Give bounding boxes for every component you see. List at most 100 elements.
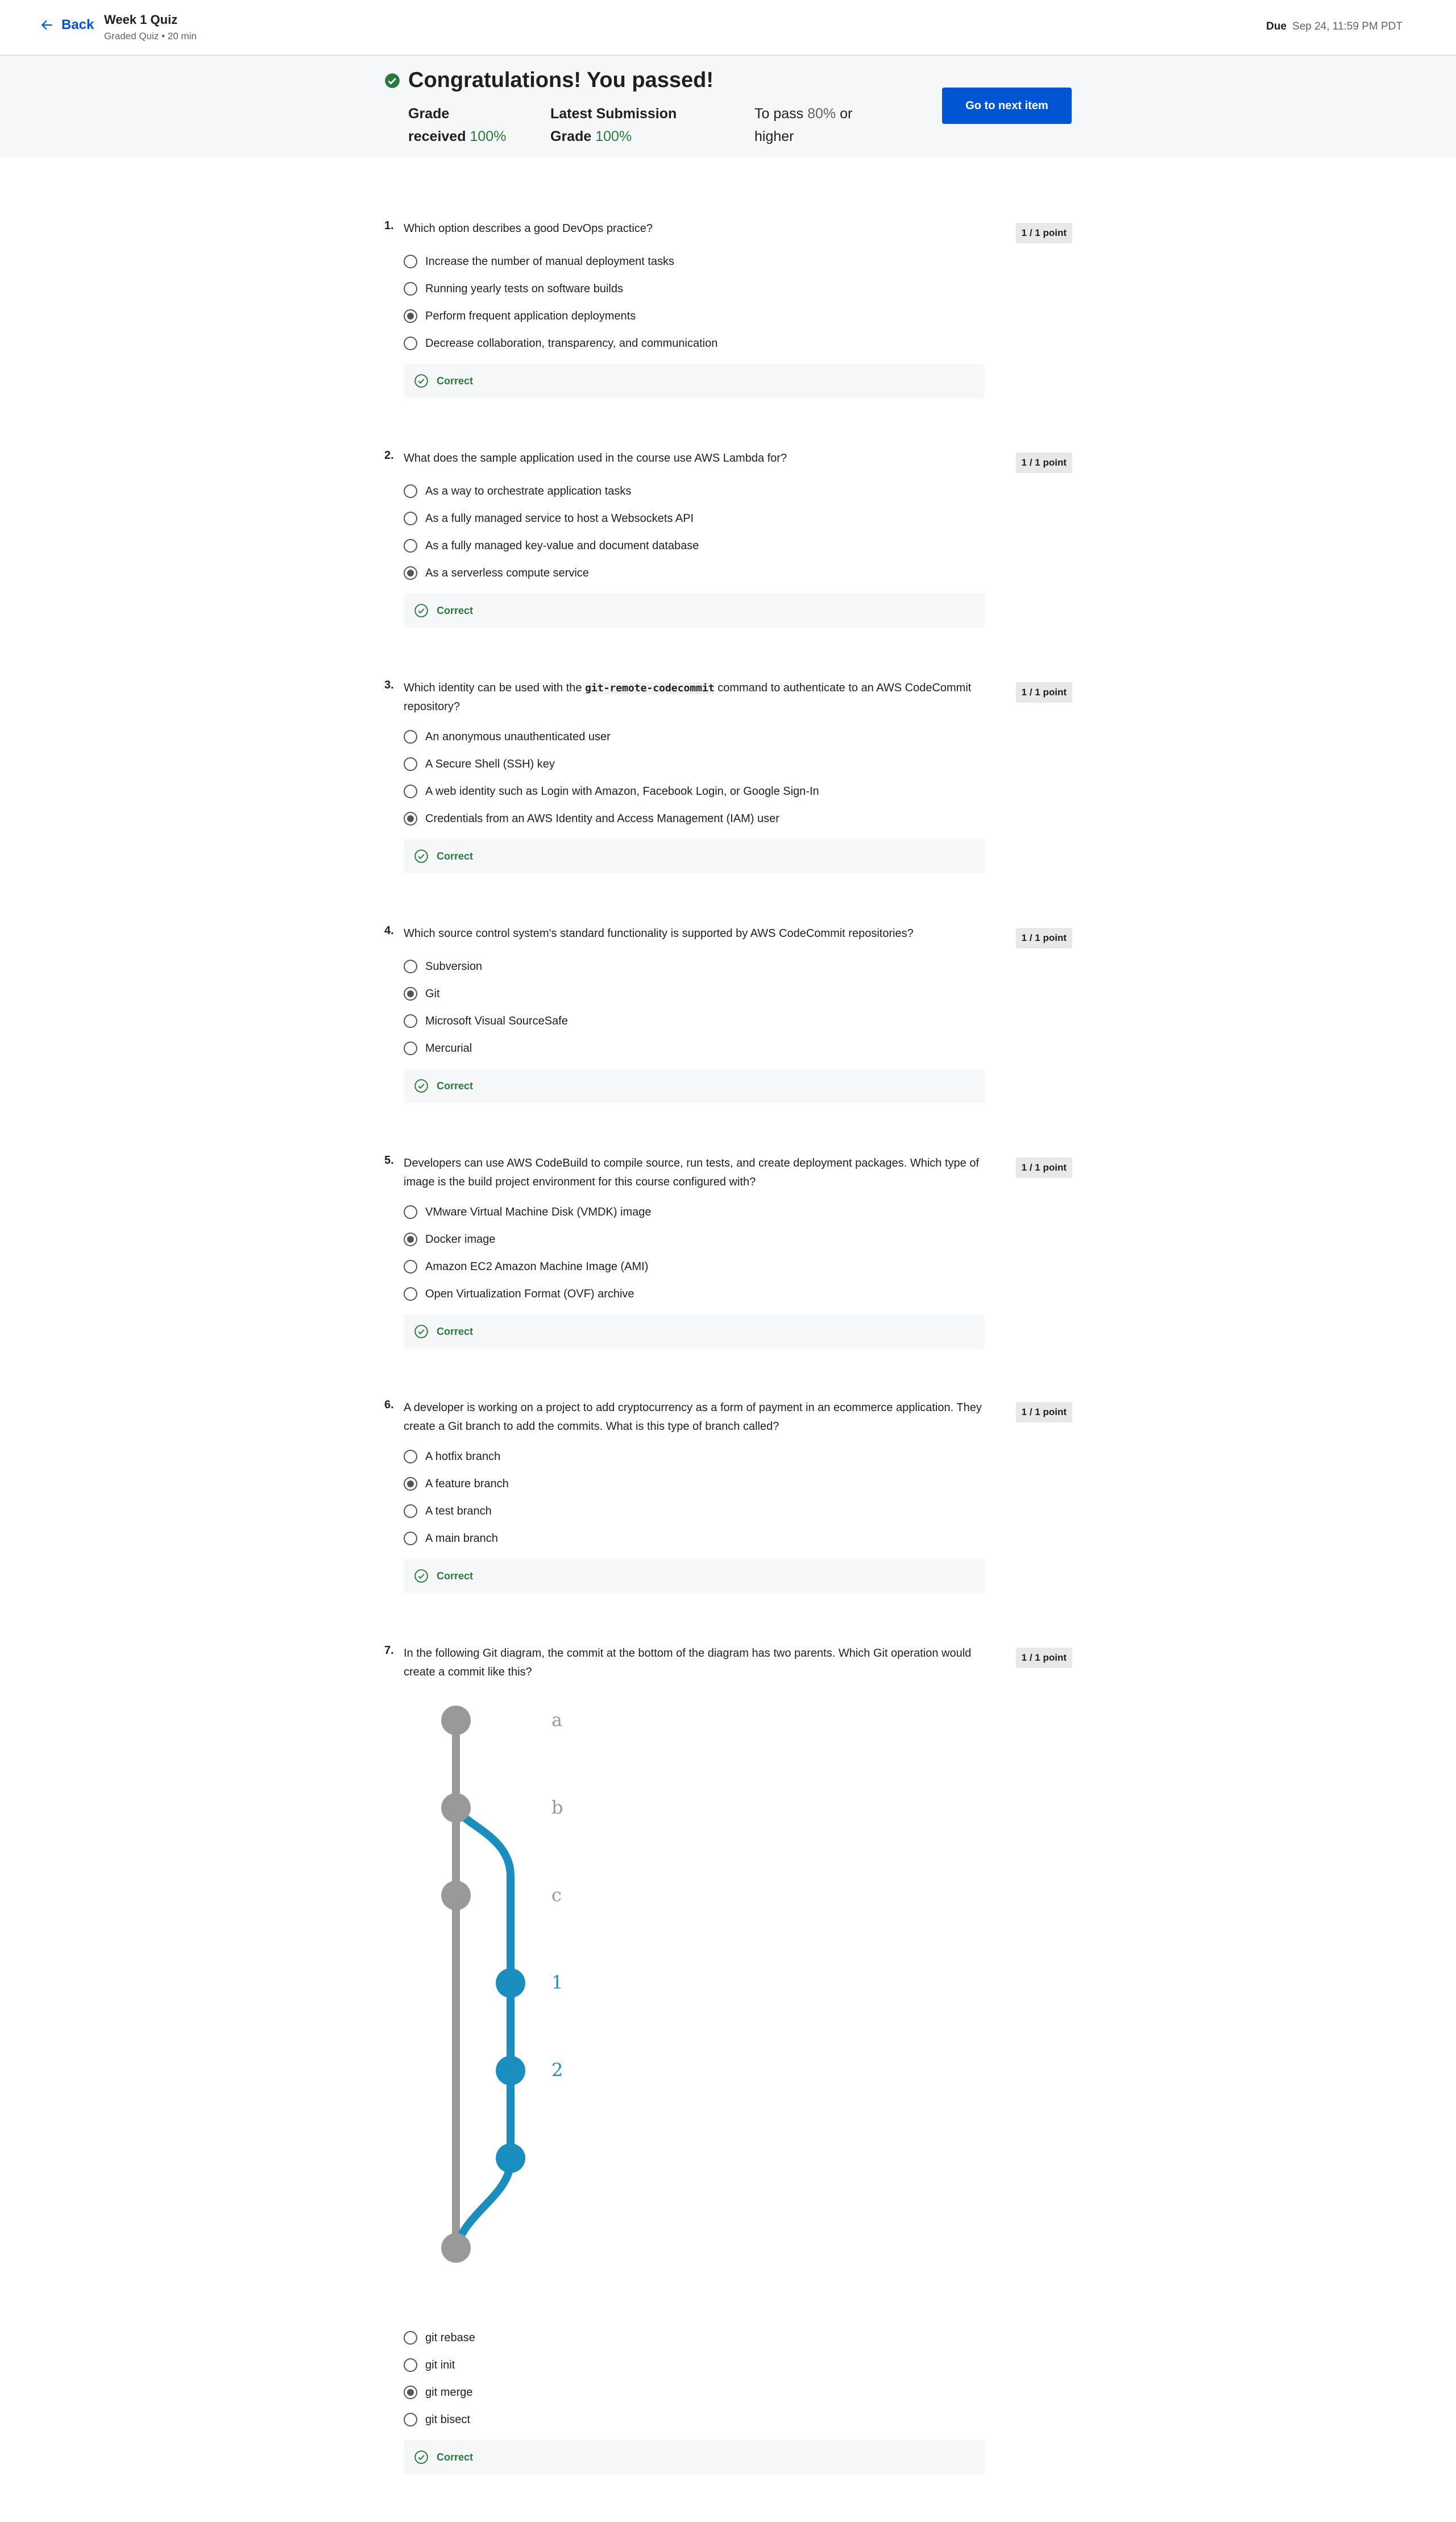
option[interactable]: As a way to orchestrate application task… [404,484,631,498]
question-text: Which option describes a good DevOps pra… [404,222,653,235]
back-link[interactable]: Back [40,17,94,33]
option-label: git bisect [425,2413,470,2426]
topass-suffix-2: higher [754,128,794,144]
check-circle-outline-icon [414,1325,428,1338]
commit-label: a [551,1709,562,1731]
radio-icon [404,785,417,798]
option-selected[interactable]: Perform frequent application deployments [404,309,636,323]
grade-label-2: received [408,128,466,144]
option[interactable]: git bisect [404,2413,470,2426]
radio-icon [404,730,417,744]
question-number: 2. [384,449,394,462]
option[interactable]: Running yearly tests on software builds [404,282,623,296]
radio-selected-icon [404,1233,417,1246]
option-label: git init [425,2358,455,2371]
commit-node [496,1968,525,1998]
option[interactable]: A Secure Shell (SSH) key [404,757,555,771]
question-text: Which source control system's standard f… [404,927,914,940]
option-selected[interactable]: Git [404,987,440,1001]
points-badge: 1 / 1 point [1015,1648,1072,1668]
option-label: A hotfix branch [425,1450,501,1463]
feedback-label: Correct [437,1570,474,1582]
question-text-part: Which identity can be used with the [404,682,586,694]
option-label: Perform frequent application deployments [425,309,636,322]
commit-node [441,1706,471,1735]
radio-icon [404,1532,417,1545]
question-number: 7. [384,1644,394,1657]
feedback-label: Correct [437,1325,474,1337]
option[interactable]: A web identity such as Login with Amazon… [404,785,819,798]
check-circle-outline-icon [414,849,428,863]
option-label: Credentials from an AWS Identity and Acc… [425,812,779,825]
radio-icon [404,337,417,350]
check-circle-outline-icon [414,374,428,388]
option[interactable]: Open Virtualization Format (OVF) archive [404,1287,634,1301]
radio-selected-icon [404,2386,417,2399]
radio-icon [404,255,417,268]
due-label: Due [1266,20,1287,32]
option-selected[interactable]: Docker image [404,1233,495,1246]
feedback-correct: Correct [404,1559,985,1593]
option-label: A test branch [425,1504,492,1517]
option-label: As a fully managed service to host a Web… [425,512,694,525]
option[interactable]: VMware Virtual Machine Disk (VMDK) image [404,1205,652,1219]
option-selected[interactable]: A feature branch [404,1477,509,1491]
option[interactable]: Increase the number of manual deployment… [404,255,674,268]
radio-icon [404,757,417,771]
points-badge: 1 / 1 point [1015,1158,1072,1178]
commit-node [441,1793,471,1823]
feedback-label: Correct [437,850,474,862]
radio-icon [404,539,417,553]
option-label: As a way to orchestrate application task… [425,484,632,497]
go-to-next-item-button[interactable]: Go to next item [942,88,1072,124]
option[interactable]: Mercurial [404,1042,472,1055]
option[interactable]: As a fully managed key-value and documen… [404,539,699,553]
option-selected[interactable]: git merge [404,2386,472,2399]
due-value: Sep 24, 11:59 PM PDT [1292,20,1403,32]
topass-suffix: or [840,106,853,122]
radio-selected-icon [404,812,417,826]
option[interactable]: git init [404,2358,455,2372]
check-circle-outline-icon [414,2450,428,2464]
feedback-correct: Correct [404,1069,985,1103]
back-label: Back [61,17,94,32]
feedback-correct: Correct [404,1314,985,1349]
question-number: 5. [384,1154,394,1167]
question-text: Which identity can be used with the git-… [404,679,1001,716]
option[interactable]: A test branch [404,1504,492,1518]
commit-label: 2 [551,2059,563,2081]
git-diagram: a b c 1 2 [441,1706,563,2263]
option[interactable]: Subversion [404,960,482,973]
feature-branch-line [452,1806,515,2250]
option[interactable]: Decrease collaboration, transparency, an… [404,337,717,350]
due-date: Due Sep 24, 11:59 PM PDT [1266,20,1403,33]
question-text: Developers can use AWS CodeBuild to comp… [404,1157,980,1188]
arrow-left-icon [41,20,52,30]
question-text: In the following Git diagram, the commit… [404,1647,972,1678]
option-label: As a fully managed key-value and documen… [425,539,699,552]
option[interactable]: An anonymous unauthenticated user [404,730,611,744]
grade-received: Grade received 100% [408,102,506,148]
option[interactable]: Microsoft Visual SourceSafe [404,1014,568,1028]
top-bar: Back Week 1 Quiz Graded Quiz • 20 min Du… [0,0,1456,56]
question-number: 1. [384,219,394,232]
feedback-label: Correct [437,1080,474,1092]
option[interactable]: git rebase [404,2331,475,2345]
option[interactable]: Amazon EC2 Amazon Machine Image (AMI) [404,1260,648,1274]
to-pass: To pass 80% or higher [754,102,852,148]
option-label: A web identity such as Login with Amazon… [425,785,819,798]
radio-icon [404,1450,417,1463]
option[interactable]: A main branch [404,1532,498,1545]
radio-selected-icon [404,309,417,323]
option-selected[interactable]: As a serverless compute service [404,566,589,580]
check-circle-outline-icon [414,1079,428,1093]
option[interactable]: As a fully managed service to host a Web… [404,512,694,525]
option-label: A feature branch [425,1477,509,1490]
latest-submission-grade: Latest Submission Grade 100% [550,102,677,148]
commit-label: 1 [551,1972,563,1993]
commit-label: c [551,1884,562,1906]
option-selected[interactable]: Credentials from an AWS Identity and Acc… [404,812,779,826]
option-label: VMware Virtual Machine Disk (VMDK) image [425,1205,652,1218]
option[interactable]: A hotfix branch [404,1450,500,1463]
option-label: Subversion [425,960,483,973]
